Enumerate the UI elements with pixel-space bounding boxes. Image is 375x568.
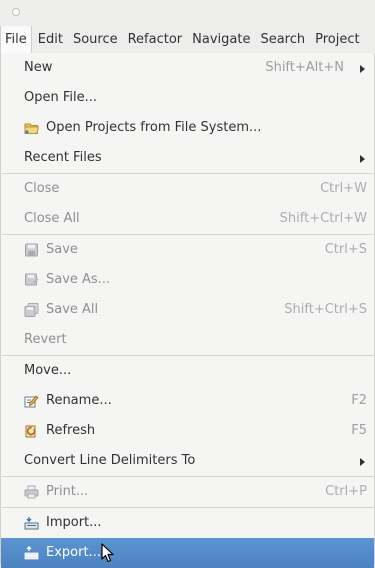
menu-item-label: Revert [24, 332, 67, 347]
menu-item-label: Save As... [46, 272, 111, 287]
menu-item-import[interactable]: Import... [1, 508, 374, 538]
menu-item-label: Close [24, 181, 60, 196]
menu-item-shortcut: Ctrl+S [324, 242, 367, 257]
menu-item-open-projects[interactable]: Open Projects from File System... [1, 113, 374, 143]
save-icon [25, 243, 38, 257]
menu-item-label: Rename... [46, 393, 112, 408]
submenu-arrow-icon [360, 155, 365, 163]
menu-item-label: Import... [46, 515, 102, 530]
menu-item-label: Save [46, 242, 78, 257]
menu-item-new[interactable]: New Shift+Alt+N [1, 53, 374, 83]
submenu-arrow-icon [360, 65, 365, 73]
menu-item-label: New [24, 60, 53, 75]
import-icon [24, 517, 39, 530]
menu-item-shortcut: Shift+Ctrl+W [279, 211, 367, 226]
menu-item-save-all[interactable]: Save All Shift+Ctrl+S [1, 295, 374, 325]
menu-item-convert-line-delimiters[interactable]: Convert Line Delimiters To [1, 446, 374, 476]
menu-item-shortcut: Ctrl+W [320, 181, 367, 196]
folder-icon [24, 123, 39, 134]
menu-item-label: Convert Line Delimiters To [24, 453, 196, 468]
menu-item-shortcut: Shift+Alt+N [265, 60, 344, 75]
menu-item-save[interactable]: Save Ctrl+S [1, 235, 374, 265]
menu-item-shortcut: Shift+Ctrl+S [284, 302, 367, 317]
print-icon [24, 485, 39, 499]
menu-item-label: Recent Files [24, 150, 102, 165]
menubar-navigate[interactable]: Navigate [188, 26, 254, 53]
menu-item-open-file[interactable]: Open File... [1, 83, 374, 113]
menu-item-close-all[interactable]: Close All Shift+Ctrl+W [1, 204, 374, 234]
menu-item-shortcut: Ctrl+P [325, 484, 367, 499]
menu-item-label: Move... [24, 363, 72, 378]
submenu-arrow-icon [360, 458, 365, 466]
menu-item-label: Save All [46, 302, 99, 317]
menu-item-shortcut: F2 [351, 393, 367, 408]
mouse-pointer-icon [101, 543, 114, 563]
menubar: File Edit Source Refactor Navigate Searc… [0, 26, 375, 53]
menu-item-recent-files[interactable]: Recent Files [1, 143, 374, 173]
menu-item-label: Open File... [24, 90, 98, 105]
menu-item-label: Open Projects from File System... [46, 120, 262, 135]
menu-item-close[interactable]: Close Ctrl+W [1, 174, 374, 204]
menu-item-print[interactable]: Print... Ctrl+P [1, 477, 374, 507]
rename-icon [24, 395, 39, 408]
menu-item-label: Print... [46, 484, 89, 499]
menubar-search[interactable]: Search [256, 26, 309, 53]
menu-item-shortcut: F5 [351, 423, 367, 438]
export-icon [24, 546, 39, 560]
menu-item-rename[interactable]: Rename... F2 [1, 386, 374, 416]
menu-item-label: Close All [24, 211, 80, 226]
file-menu: New Shift+Alt+N Open File... Open Projec… [0, 53, 375, 568]
refresh-icon [25, 425, 36, 438]
menubar-file[interactable]: File [0, 26, 32, 53]
menu-item-label: Refresh [46, 423, 96, 438]
save-as-icon [25, 273, 39, 286]
menubar-project[interactable]: Project [311, 26, 363, 53]
menu-item-revert[interactable]: Revert [1, 325, 374, 355]
menu-item-save-as[interactable]: Save As... [1, 265, 374, 295]
save-all-icon [24, 303, 39, 317]
menu-item-refresh[interactable]: Refresh F5 [1, 416, 374, 446]
menu-item-move[interactable]: Move... [1, 356, 374, 386]
window-titlebar [0, 0, 375, 26]
menubar-edit[interactable]: Edit [34, 26, 67, 53]
menubar-source[interactable]: Source [69, 26, 122, 53]
window-control-dot[interactable] [12, 8, 20, 16]
menubar-refactor[interactable]: Refactor [124, 26, 187, 53]
